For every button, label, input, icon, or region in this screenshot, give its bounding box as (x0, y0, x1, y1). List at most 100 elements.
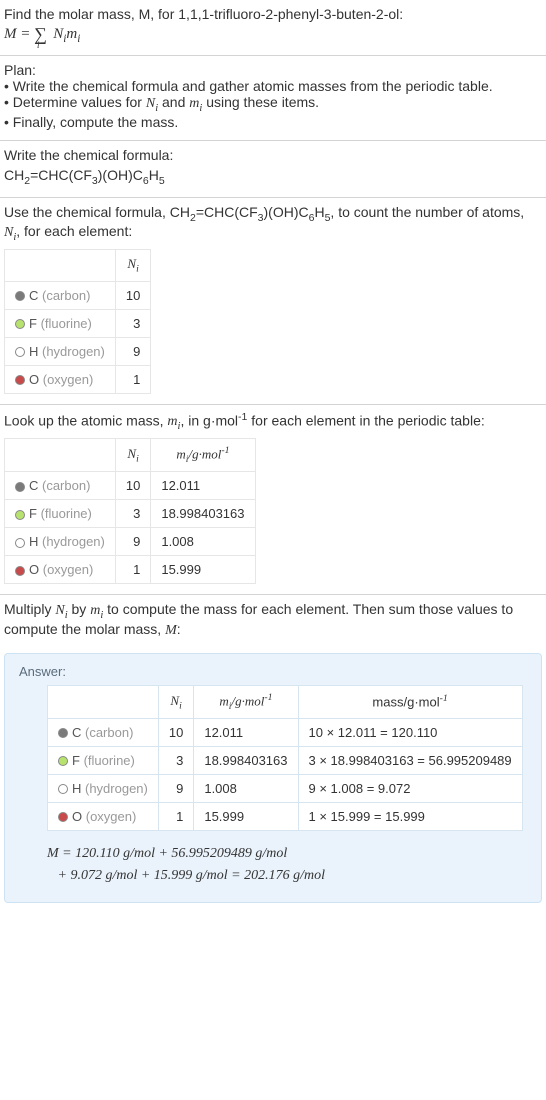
element-swatch (15, 375, 25, 385)
table-row: F (fluorine)318.9984031633 × 18.99840316… (48, 746, 523, 774)
element-name: (carbon) (81, 725, 133, 740)
ni-cell: 10 (158, 718, 193, 746)
element-swatch (58, 784, 68, 794)
th-ni2-text: N (127, 446, 136, 461)
element-cell: O (oxygen) (5, 556, 116, 584)
answer-result: M = 120.110 g/mol + 56.995209489 g/mol +… (19, 843, 527, 888)
ath-mi: mi/g·mol-1 (194, 685, 298, 718)
intro-formula: M = ∑i Nimi (4, 24, 542, 45)
element-symbol: F (72, 753, 80, 768)
mi-cell: 18.998403163 (151, 500, 255, 528)
table-row: H (hydrogen)9 (5, 337, 151, 365)
element-cell: H (hydrogen) (5, 528, 116, 556)
ni-cell: 3 (158, 746, 193, 774)
answer-r2: + 9.072 g/mol + 15.999 g/mol = 202.176 g… (58, 868, 326, 883)
ath-ni: Ni (158, 685, 193, 718)
element-cell: C (carbon) (5, 281, 116, 309)
section-plan: Plan: • Write the chemical formula and g… (0, 56, 546, 141)
plan-bullet-2: • Determine values for Ni and mi using t… (4, 94, 542, 114)
ni-cell: 9 (158, 774, 193, 802)
mass-cell: 9 × 1.008 = 9.072 (298, 774, 522, 802)
element-cell: F (fluorine) (48, 746, 159, 774)
element-cell: O (oxygen) (48, 802, 159, 830)
ni-cell: 10 (115, 281, 150, 309)
mass-cell: 3 × 18.998403163 = 56.995209489 (298, 746, 522, 774)
plan-bullet-3: • Finally, compute the mass. (4, 114, 542, 130)
ath-mass: mass/g·mol-1 (298, 685, 522, 718)
count-text: Use the chemical formula, CH2=CHC(CF3)(O… (4, 204, 542, 244)
element-swatch (15, 347, 25, 357)
element-name: (hydrogen) (38, 534, 104, 549)
ath-mi-unit: /g·mol (231, 693, 264, 708)
element-swatch (15, 291, 25, 301)
th-ni2: Ni (115, 439, 150, 472)
plan-title: Plan: (4, 62, 542, 78)
intro-text: Find the molar mass, M, for 1,1,1-triflu… (4, 6, 403, 22)
table-row: O (oxygen)115.9991 × 15.999 = 15.999 (48, 802, 523, 830)
ni-cell: 1 (115, 556, 150, 584)
th-mi-unit: /g·mol (188, 447, 221, 462)
table-row: F (fluorine)318.998403163 (5, 500, 256, 528)
mass-text: Look up the atomic mass, mi, in g·mol-1 … (4, 411, 542, 432)
count-a: Use the chemical formula, (4, 204, 170, 220)
section-multiply: Multiply Ni by mi to compute the mass fo… (0, 595, 546, 649)
answer-title: Answer: (19, 664, 527, 679)
table-row: O (oxygen)115.999 (5, 556, 256, 584)
element-cell: C (carbon) (5, 472, 116, 500)
element-symbol: H (29, 534, 38, 549)
element-symbol: H (29, 344, 38, 359)
mass-a: Look up the atomic mass, (4, 412, 167, 428)
mass-table: Ni mi/g·mol-1 C (carbon)1012.011F (fluor… (4, 438, 256, 584)
element-name: (oxygen) (39, 562, 93, 577)
ni-cell: 3 (115, 500, 150, 528)
mass-cell: 10 × 12.011 = 120.110 (298, 718, 522, 746)
mult-d: : (177, 621, 181, 637)
mi-cell: 15.999 (194, 802, 298, 830)
element-symbol: H (72, 781, 81, 796)
intro-line: Find the molar mass, M, for 1,1,1-triflu… (4, 6, 542, 22)
section-count: Use the chemical formula, CH2=CHC(CF3)(O… (0, 198, 546, 405)
table-row: C (carbon)10 (5, 281, 151, 309)
ath-ni-text: N (170, 693, 179, 708)
element-swatch (58, 812, 68, 822)
chemical-formula: CH2=CHC(CF3)(OH)C6H5 (4, 167, 542, 187)
answer-table: Ni mi/g·mol-1 mass/g·mol-1 C (carbon)101… (47, 685, 523, 831)
element-swatch (15, 538, 25, 548)
table-row: H (hydrogen)91.008 (5, 528, 256, 556)
element-cell: C (carbon) (48, 718, 159, 746)
ni-cell: 10 (115, 472, 150, 500)
element-name: (fluorine) (37, 506, 92, 521)
element-symbol: C (72, 725, 81, 740)
element-name: (fluorine) (80, 753, 135, 768)
element-name: (oxygen) (82, 809, 136, 824)
element-name: (hydrogen) (81, 781, 147, 796)
th-ni-text: N (127, 256, 136, 271)
multiply-text: Multiply Ni by mi to compute the mass fo… (4, 601, 542, 639)
element-swatch (15, 482, 25, 492)
element-swatch (15, 510, 25, 520)
mi-cell: 1.008 (151, 528, 255, 556)
th-mi: mi/g·mol-1 (151, 439, 255, 472)
count-c: , for each element: (16, 223, 132, 239)
table-row: H (hydrogen)91.0089 × 1.008 = 9.072 (48, 774, 523, 802)
element-symbol: C (29, 478, 38, 493)
element-symbol: O (29, 372, 39, 387)
count-table: Ni C (carbon)10F (fluorine)3H (hydrogen)… (4, 249, 151, 394)
table-row: C (carbon)1012.011 (5, 472, 256, 500)
table-row: C (carbon)1012.01110 × 12.011 = 120.110 (48, 718, 523, 746)
table-row: F (fluorine) 3 (5, 309, 151, 337)
element-cell: O (oxygen) (5, 365, 116, 393)
mi-cell: 18.998403163 (194, 746, 298, 774)
mult-a: Multiply (4, 601, 55, 617)
section-mass: Look up the atomic mass, mi, in g·mol-1 … (0, 405, 546, 595)
ath-blank (48, 685, 159, 718)
plan-b2-c: using these items. (202, 94, 319, 110)
element-name: (fluorine) (37, 316, 92, 331)
element-swatch (15, 319, 25, 329)
element-swatch (15, 566, 25, 576)
ni-cell: 3 (115, 309, 150, 337)
element-symbol: F (29, 316, 37, 331)
ni-cell: 1 (115, 365, 150, 393)
element-symbol: O (72, 809, 82, 824)
element-cell: H (hydrogen) (48, 774, 159, 802)
